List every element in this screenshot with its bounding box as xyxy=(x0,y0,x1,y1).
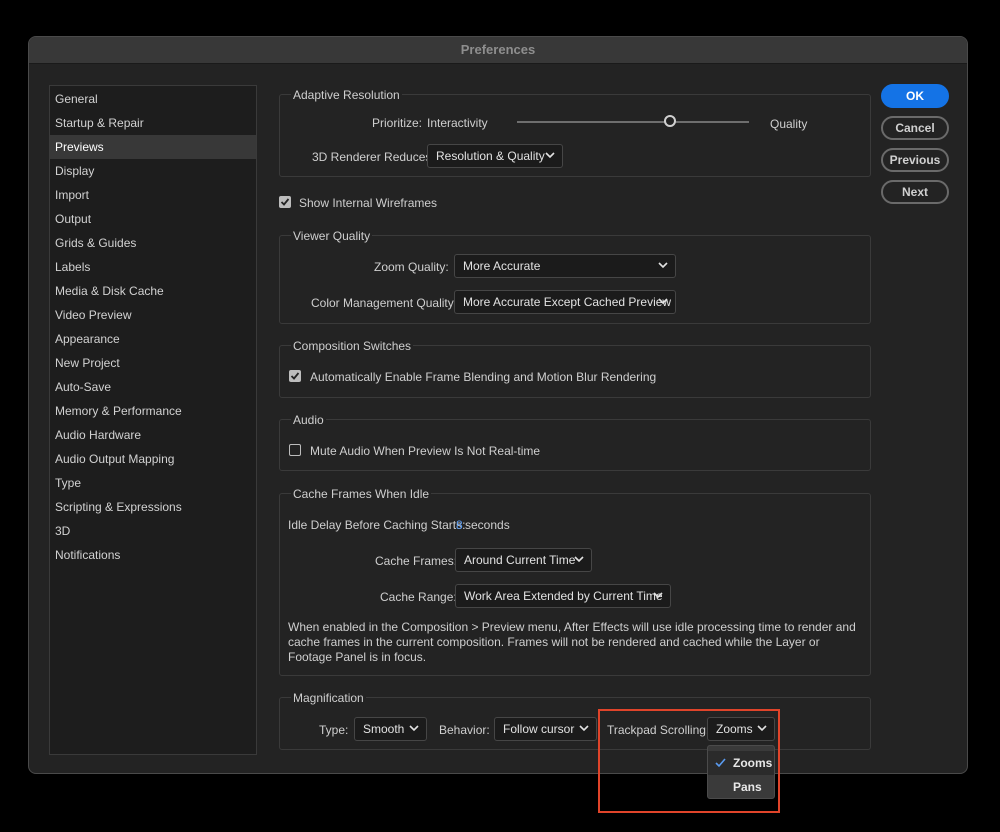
next-button[interactable]: Next xyxy=(881,180,949,204)
sidebar-item-labels[interactable]: Labels xyxy=(50,255,256,279)
sidebar-item-startup-repair[interactable]: Startup & Repair xyxy=(50,111,256,135)
chevron-down-icon xyxy=(545,152,555,159)
chevron-down-icon xyxy=(409,725,419,732)
group-title: Cache Frames When Idle xyxy=(291,487,432,501)
color-management-dropdown[interactable]: More Accurate Except Cached Preview xyxy=(454,290,676,314)
dropdown-value: Resolution & Quality xyxy=(436,149,545,163)
highlight-annotation xyxy=(598,709,780,813)
sidebar-item-memory-performance[interactable]: Memory & Performance xyxy=(50,399,256,423)
sidebar-item-import[interactable]: Import xyxy=(50,183,256,207)
idle-delay-value[interactable]: 8 xyxy=(456,518,463,532)
group-title: Audio xyxy=(291,413,326,427)
cache-description: When enabled in the Composition > Previe… xyxy=(288,620,856,664)
sidebar-item-audio-hardware[interactable]: Audio Hardware xyxy=(50,423,256,447)
sidebar-item-general[interactable]: General xyxy=(50,87,256,111)
sidebar-item-auto-save[interactable]: Auto-Save xyxy=(50,375,256,399)
sidebar-item-video-preview[interactable]: Video Preview xyxy=(50,303,256,327)
prioritize-label: Prioritize: xyxy=(372,116,423,130)
color-management-label: Color Management Quality: xyxy=(311,296,458,310)
renderer-label: 3D Renderer Reduces: xyxy=(312,150,435,164)
dropdown-value: Smooth xyxy=(363,722,405,736)
dropdown-value: Around Current Time xyxy=(464,553,576,567)
sidebar-item-audio-output-mapping[interactable]: Audio Output Mapping xyxy=(50,447,256,471)
adaptive-resolution-group: Adaptive Resolution xyxy=(279,88,871,177)
prioritize-slider-track[interactable] xyxy=(517,121,749,123)
sidebar-item-notifications[interactable]: Notifications xyxy=(50,543,256,567)
checkmark-icon xyxy=(290,372,300,380)
group-title: Viewer Quality xyxy=(291,229,373,243)
chevron-down-icon xyxy=(658,262,668,269)
window-title: Preferences xyxy=(29,37,967,64)
sidebar-item-new-project[interactable]: New Project xyxy=(50,351,256,375)
group-title: Adaptive Resolution xyxy=(291,88,402,102)
sidebar-item-3d[interactable]: 3D xyxy=(50,519,256,543)
group-title: Magnification xyxy=(291,691,366,705)
previous-button[interactable]: Previous xyxy=(881,148,949,172)
slider-min-label: Interactivity xyxy=(427,116,488,130)
sidebar-item-previews[interactable]: Previews xyxy=(50,135,256,159)
sidebar-item-display[interactable]: Display xyxy=(50,159,256,183)
cache-frames-label: Cache Frames: xyxy=(375,554,458,568)
idle-delay-unit: seconds xyxy=(465,518,510,532)
sidebar-item-media-disk-cache[interactable]: Media & Disk Cache xyxy=(50,279,256,303)
magnification-type-dropdown[interactable]: Smooth xyxy=(354,717,427,741)
sidebar-item-type[interactable]: Type xyxy=(50,471,256,495)
renderer-dropdown[interactable]: Resolution & Quality xyxy=(427,144,563,168)
cancel-button[interactable]: Cancel xyxy=(881,116,949,140)
dropdown-value: More Accurate xyxy=(463,259,541,273)
cache-range-label: Cache Range: xyxy=(380,590,457,604)
behavior-dropdown[interactable]: Follow cursor xyxy=(494,717,597,741)
group-title: Composition Switches xyxy=(291,339,414,353)
mute-audio-label: Mute Audio When Preview Is Not Real-time xyxy=(310,444,541,458)
chevron-down-icon xyxy=(658,298,668,305)
slider-max-label: Quality xyxy=(770,117,808,131)
dropdown-value: Follow cursor xyxy=(503,722,575,736)
zoom-quality-label: Zoom Quality: xyxy=(374,260,449,274)
zoom-quality-dropdown[interactable]: More Accurate xyxy=(454,254,676,278)
ok-button[interactable]: OK xyxy=(881,84,949,108)
frame-blending-checkbox[interactable] xyxy=(289,370,301,382)
chevron-down-icon xyxy=(579,725,589,732)
cache-range-dropdown[interactable]: Work Area Extended by Current Time xyxy=(455,584,671,608)
dropdown-value: More Accurate Except Cached Preview xyxy=(463,295,672,309)
show-wireframes-label: Show Internal Wireframes xyxy=(299,196,438,210)
frame-blending-label: Automatically Enable Frame Blending and … xyxy=(310,370,657,384)
show-wireframes-checkbox[interactable] xyxy=(279,196,291,208)
chevron-down-icon xyxy=(574,556,584,563)
cache-frames-dropdown[interactable]: Around Current Time xyxy=(455,548,592,572)
mute-audio-checkbox[interactable] xyxy=(289,444,301,456)
chevron-down-icon xyxy=(653,592,663,599)
idle-delay-label: Idle Delay Before Caching Starts: xyxy=(288,518,466,532)
sidebar: General Startup & Repair Previews Display Im… xyxy=(49,85,257,755)
sidebar-item-appearance[interactable]: Appearance xyxy=(50,327,256,351)
magnification-type-label: Type: xyxy=(319,723,349,737)
sidebar-item-grids-guides[interactable]: Grids & Guides xyxy=(50,231,256,255)
checkmark-icon xyxy=(280,198,290,206)
prioritize-slider-handle[interactable] xyxy=(664,115,677,127)
sidebar-item-output[interactable]: Output xyxy=(50,207,256,231)
behavior-label: Behavior: xyxy=(439,723,490,737)
sidebar-item-scripting-expressions[interactable]: Scripting & Expressions xyxy=(50,495,256,519)
preferences-window: Preferences General Startup & Repair Previ… xyxy=(28,36,968,774)
dropdown-value: Work Area Extended by Current Time xyxy=(464,589,663,603)
